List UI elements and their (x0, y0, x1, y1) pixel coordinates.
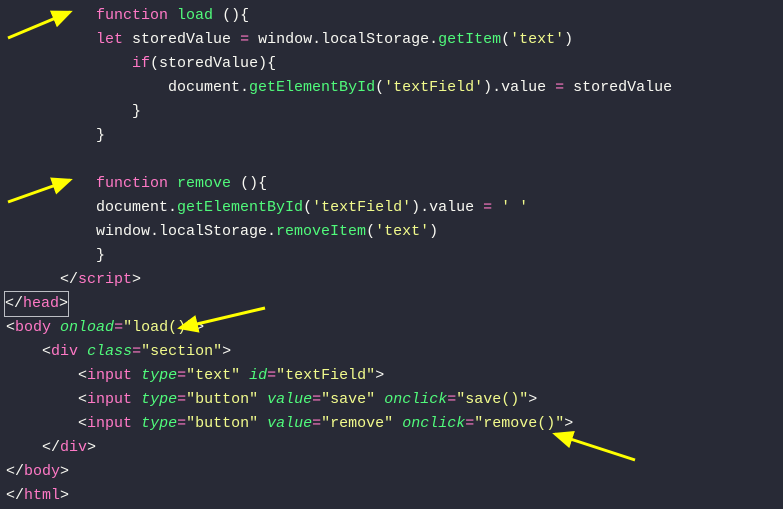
code-line: <input type="button" value="remove" oncl… (6, 412, 783, 436)
code-line: </head> (6, 292, 783, 316)
code-line: document.getElementById('textField').val… (6, 196, 783, 220)
code-line: function load (){ (6, 4, 783, 28)
function-name: remove (177, 175, 231, 192)
code-line: } (6, 124, 783, 148)
keyword: if (132, 55, 150, 72)
code-line: <div class="section"> (6, 340, 783, 364)
code-editor[interactable]: function load (){ let storedValue = wind… (0, 0, 783, 508)
code-line: function remove (){ (6, 172, 783, 196)
function-name: load (177, 7, 213, 24)
code-line: <input type="text" id="textField"> (6, 364, 783, 388)
code-line (6, 148, 783, 172)
code-line: </html> (6, 484, 783, 508)
keyword: function (96, 175, 168, 192)
code-line: } (6, 244, 783, 268)
code-line: <body onload="load()"> (6, 316, 783, 340)
code-line: } (6, 100, 783, 124)
keyword: let (96, 31, 123, 48)
code-line: </body> (6, 460, 783, 484)
code-line: window.localStorage.removeItem('text') (6, 220, 783, 244)
keyword: function (96, 7, 168, 24)
code-line: </script> (6, 268, 783, 292)
code-line: <input type="button" value="save" onclic… (6, 388, 783, 412)
text-cursor: </head> (5, 292, 68, 316)
code-line: if(storedValue){ (6, 52, 783, 76)
code-line: let storedValue = window.localStorage.ge… (6, 28, 783, 52)
code-line: </div> (6, 436, 783, 460)
code-line: document.getElementById('textField').val… (6, 76, 783, 100)
